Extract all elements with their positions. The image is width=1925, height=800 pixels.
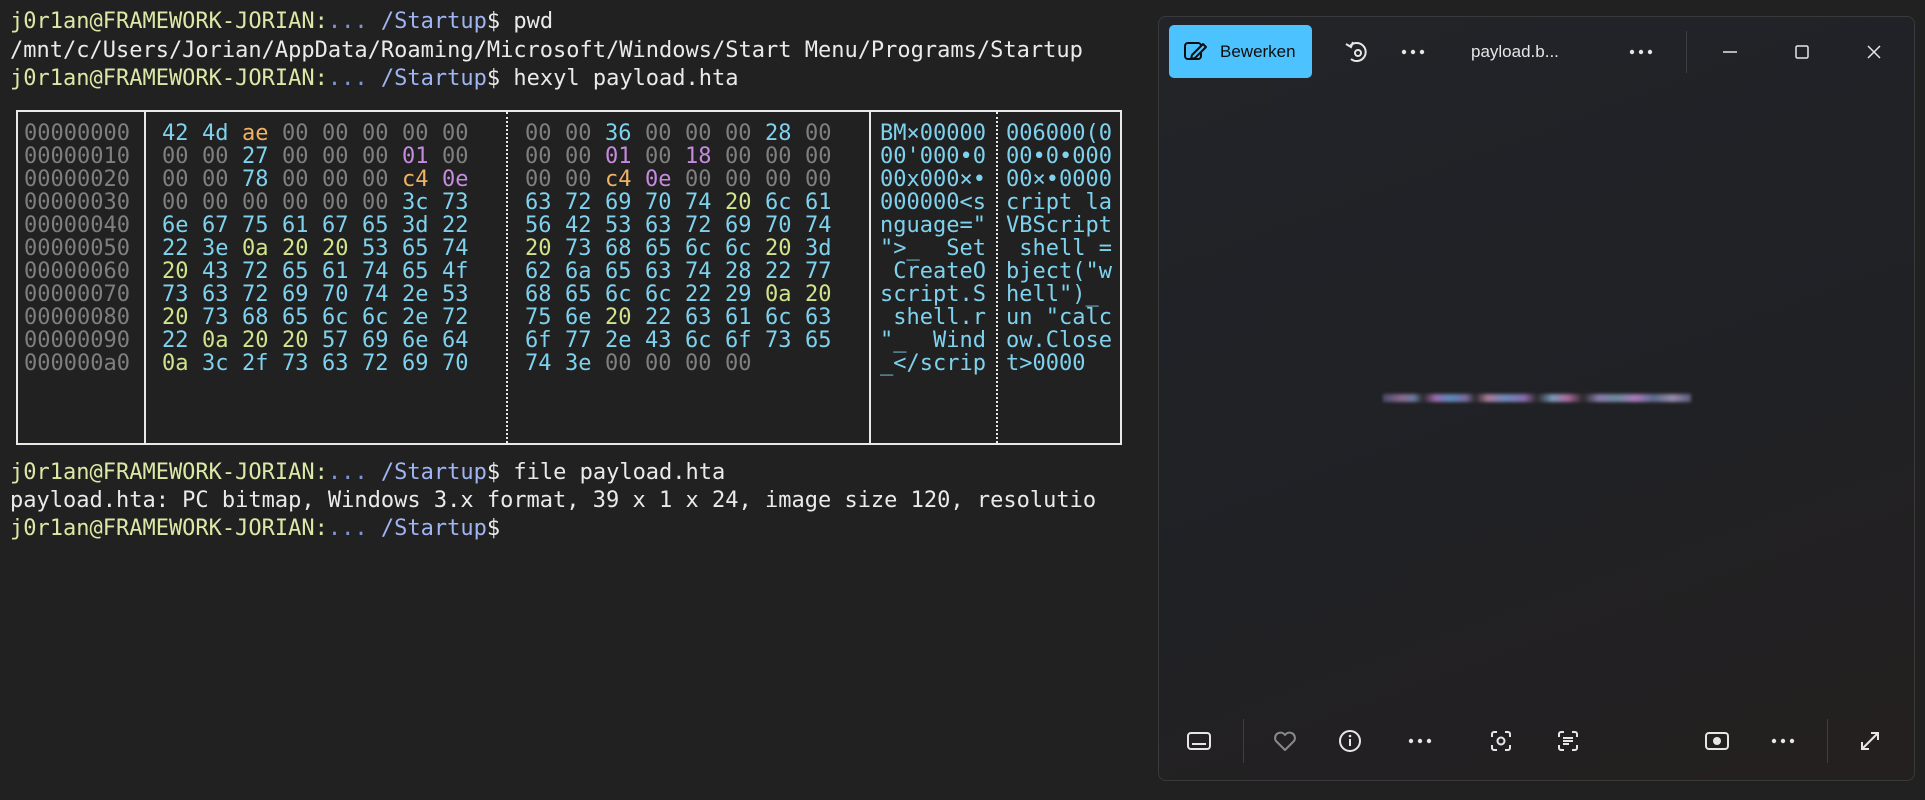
prompt-dollar: $ (486, 460, 501, 485)
filmstrip-icon[interactable] (1175, 715, 1223, 767)
hex-byte: 69 (402, 351, 429, 376)
toolbar-separator (1686, 31, 1687, 73)
terminal-line-3: j0r1an@FRAMEWORK-JORIAN:... /Startup$ he… (10, 65, 739, 93)
hex-byte: 73 (282, 351, 309, 376)
prompt-user-host: j0r1an@FRAMEWORK-JORIAN: (10, 516, 328, 541)
hexdump-divider (869, 112, 871, 443)
prompt-path: /Startup (380, 9, 487, 34)
hex-byte: 00 (685, 351, 712, 376)
pwd-output: /mnt/c/Users/Jorian/AppData/Roaming/Micr… (10, 38, 1083, 63)
hex-byte: 3c (202, 351, 229, 376)
hex-byte: 0a (162, 351, 189, 376)
image-preview (1383, 394, 1691, 402)
photos-window[interactable]: Bewerken payload.b... (1158, 16, 1915, 781)
ascii-cell: _</scrip (880, 351, 986, 376)
text-scan-icon[interactable] (1544, 715, 1592, 767)
hex-byte: 63 (322, 351, 349, 376)
hexdump-divider (506, 112, 508, 443)
toolbar-separator (1827, 719, 1828, 763)
prompt-tilde: ... (327, 516, 368, 541)
prompt-tilde: ... (327, 66, 368, 91)
terminal-line-1: j0r1an@FRAMEWORK-JORIAN:... /Startup$ pw… (10, 8, 553, 36)
more-icon[interactable] (1396, 715, 1444, 767)
more-icon[interactable] (1759, 715, 1807, 767)
fullscreen-icon[interactable] (1846, 715, 1894, 767)
hex-byte: 74 (525, 351, 552, 376)
command-text: pwd (513, 9, 554, 34)
favorite-icon[interactable] (1261, 715, 1309, 767)
file-output: payload.hta: PC bitmap, Windows 3.x form… (10, 488, 1097, 513)
prompt-tilde: ... (327, 9, 368, 34)
hex-byte: 00 (645, 351, 672, 376)
more-icon[interactable] (1389, 25, 1437, 78)
hexdump-divider (996, 112, 998, 443)
file-name: payload.b... (1471, 42, 1559, 61)
command-text: file payload.hta (513, 460, 726, 485)
toolbar-separator (1243, 719, 1244, 763)
hex-byte: 2f (242, 351, 269, 376)
hex-byte: 00 (725, 351, 752, 376)
terminal-line-prompt: j0r1an@FRAMEWORK-JORIAN:... /Startup$ (10, 515, 500, 543)
prompt-user-host: j0r1an@FRAMEWORK-JORIAN: (10, 460, 328, 485)
hex-byte: 65 (805, 328, 832, 353)
prompt-dollar: $ (486, 66, 501, 91)
hex-byte: 73 (765, 328, 792, 353)
prompt-dollar: $ (486, 9, 501, 34)
edit-icon (1183, 39, 1208, 69)
terminal-line-file: j0r1an@FRAMEWORK-JORIAN:... /Startup$ fi… (10, 459, 725, 487)
hexdump-table: 00000000 42 4d ae 00 00 00 00 00 00 00 36 00 00 00 28 00… (16, 110, 1122, 445)
hexdump-divider (144, 112, 146, 443)
close-icon[interactable] (1850, 25, 1898, 78)
offset-cell: 000000a0 (24, 351, 130, 376)
rotate-icon[interactable] (1333, 25, 1381, 78)
maximize-icon[interactable] (1778, 25, 1826, 78)
hex-byte: 3e (565, 351, 592, 376)
prompt-dollar: $ (486, 516, 501, 541)
hex-byte: 00 (605, 351, 632, 376)
prompt-user-host: j0r1an@FRAMEWORK-JORIAN: (10, 9, 328, 34)
ascii-cell: t>0000 (1006, 351, 1086, 376)
visual-search-icon[interactable] (1477, 715, 1525, 767)
more-icon[interactable] (1617, 25, 1665, 78)
prompt-path: /Startup (380, 460, 487, 485)
command-text: hexyl payload.hta (513, 66, 739, 91)
prompt-user-host: j0r1an@FRAMEWORK-JORIAN: (10, 66, 328, 91)
info-icon[interactable] (1326, 715, 1374, 767)
slideshow-icon[interactable] (1693, 715, 1741, 767)
bottom-toolbar (1159, 707, 1914, 780)
edit-button[interactable]: Bewerken (1169, 25, 1312, 78)
prompt-path: /Startup (380, 516, 487, 541)
edit-label: Bewerken (1220, 42, 1296, 61)
prompt-path: /Startup (380, 66, 487, 91)
minimize-icon[interactable] (1706, 25, 1754, 78)
prompt-tilde: ... (327, 460, 368, 485)
hex-byte: 72 (362, 351, 389, 376)
hex-byte: 70 (442, 351, 469, 376)
